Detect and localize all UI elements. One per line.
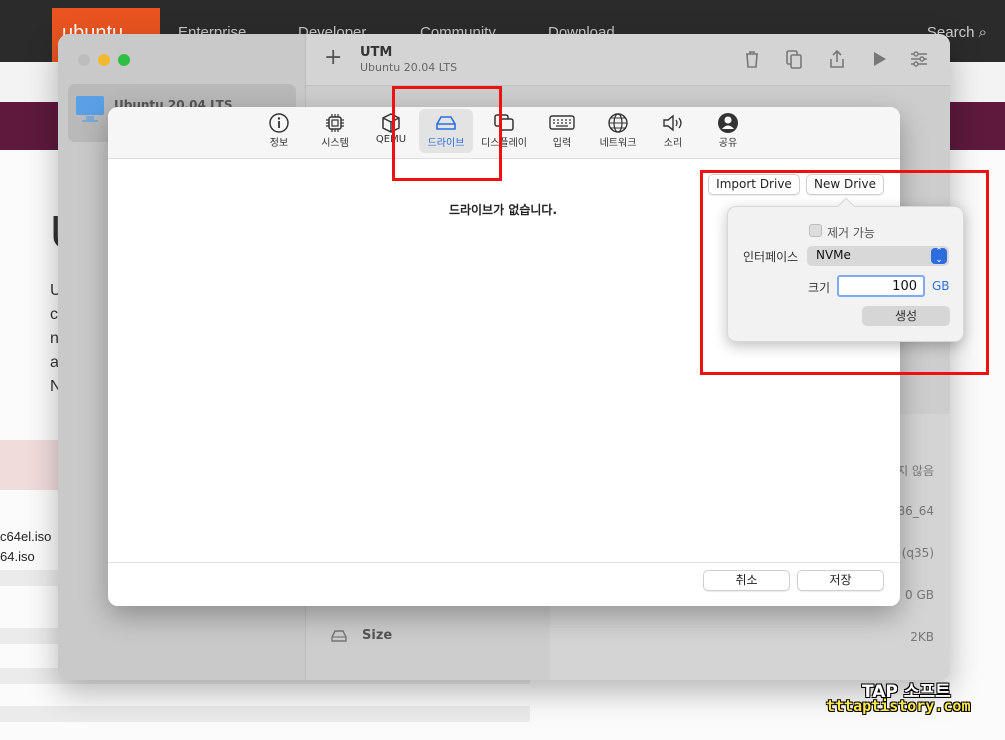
tab-label: 소리 <box>663 138 683 149</box>
window-minimize-button[interactable] <box>98 54 110 66</box>
site-text-fragment: c <box>50 306 58 323</box>
cpu-icon <box>326 114 344 132</box>
keyboard-icon <box>549 115 575 130</box>
settings-footer: 취소 저장 <box>108 562 900 606</box>
tab-sound[interactable]: 소리 <box>645 107 701 157</box>
speaker-icon <box>663 114 682 132</box>
tab-sharing[interactable]: 공유 <box>700 107 756 157</box>
window-title: UTM <box>360 45 393 60</box>
settings-icon[interactable] <box>908 48 930 70</box>
person-icon <box>718 113 738 133</box>
tab-system[interactable]: 시스템 <box>307 107 363 157</box>
site-file-link[interactable]: c64el.iso <box>0 529 51 544</box>
globe-icon <box>608 113 628 133</box>
tab-input[interactable]: 입력 <box>534 107 590 157</box>
site-file-link[interactable]: 64.iso <box>0 549 35 564</box>
add-vm-icon[interactable]: + <box>324 45 342 70</box>
info-icon <box>269 113 289 133</box>
tab-label: 시스템 <box>321 138 349 149</box>
settings-tab-bar: 정보 시스템 QEMU 드라이브 디스플레이 입력 네트워크 소리 공유 <box>108 107 900 159</box>
magnifier-icon: ⌕ <box>978 24 987 41</box>
window-zoom-button[interactable] <box>118 54 130 66</box>
info-value: 86_64 <box>897 504 934 518</box>
drive-icon <box>331 630 347 642</box>
clone-icon[interactable] <box>783 48 805 70</box>
info-value: 지 않음 <box>897 464 934 478</box>
site-placeholder-line <box>0 706 530 722</box>
site-highlight-block <box>0 440 60 490</box>
tab-label: 입력 <box>552 138 572 149</box>
tab-network[interactable]: 네트워크 <box>590 107 646 157</box>
play-icon[interactable] <box>868 48 890 70</box>
cancel-button[interactable]: 취소 <box>703 570 790 591</box>
monitor-icon <box>76 96 104 122</box>
window-close-button[interactable] <box>78 54 90 66</box>
utm-toolbar: + UTM Ubuntu 20.04 LTS <box>306 34 950 86</box>
window-subtitle: Ubuntu 20.04 LTS <box>360 61 458 74</box>
tab-info[interactable]: 정보 <box>251 107 307 157</box>
annotation-box-new-drive <box>700 170 989 375</box>
size-row-value: 2KB <box>910 630 934 644</box>
save-button[interactable]: 저장 <box>797 570 884 591</box>
annotation-box-drives-tab <box>392 86 502 181</box>
size-row-label: Size <box>362 628 393 643</box>
share-icon[interactable] <box>826 48 848 70</box>
info-value: (q35) <box>901 546 934 560</box>
watermark-url: tttaptistory.com <box>826 697 971 715</box>
info-value: 0 GB <box>905 588 934 602</box>
tab-label: 네트워크 <box>599 138 637 149</box>
tab-label: 공유 <box>718 138 738 149</box>
tab-label: 정보 <box>269 138 289 149</box>
trash-icon[interactable] <box>741 48 763 70</box>
